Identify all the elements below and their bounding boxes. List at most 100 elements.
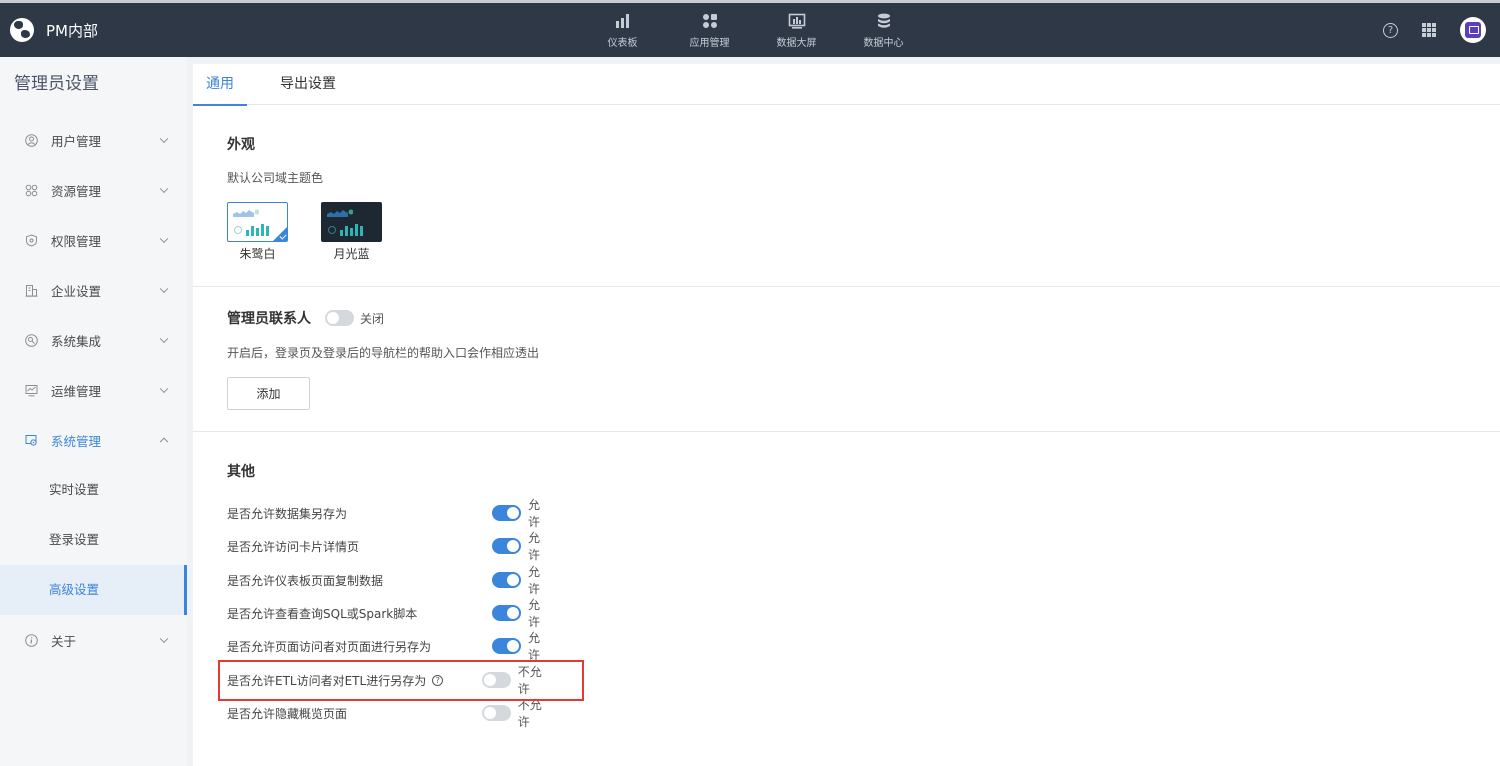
permission-toggle[interactable]	[491, 572, 521, 588]
section-title: 其他	[227, 464, 255, 480]
permission-status: 允许	[527, 531, 540, 562]
contact-description: 开启后，登录页及登录后的导航栏的帮助入口会作相应透出	[227, 346, 540, 360]
permission-row-card-detail: 是否允许访问卡片详情页 允许	[227, 531, 551, 562]
permission-status: 允许	[527, 598, 540, 629]
sidebar-item-enterprise-settings[interactable]: 企业设置	[0, 265, 187, 315]
sidebar-item-label: 系统管理	[51, 433, 102, 449]
shield-icon	[25, 233, 38, 247]
chevron-down-icon	[159, 284, 169, 294]
permission-toggle[interactable]	[491, 538, 521, 554]
sidebar-item-label: 企业设置	[51, 283, 102, 299]
toggle-status: 关闭	[360, 311, 385, 326]
appearance-section: 外观 默认公司域主题色 朱鹭白 月光蓝	[193, 105, 1500, 287]
tab-export-settings[interactable]: 导出设置	[267, 64, 349, 105]
theme-name: 月光蓝	[333, 247, 370, 261]
nav-data-screen[interactable]: 数据大屏	[753, 3, 840, 57]
sidebar-item-system-integration[interactable]: 系统集成	[0, 315, 187, 365]
building-icon	[25, 284, 38, 297]
sidebar: 管理员设置 用户管理 资源管理 权限管理 企业设置 系统集成 运维管理 系统管理…	[0, 57, 187, 766]
app-grid-icon[interactable]	[1422, 23, 1436, 37]
permission-label: 是否允许页面访问者对页面进行另存为	[227, 639, 432, 654]
nav-data-center[interactable]: 数据中心	[840, 3, 927, 57]
sidebar-item-user-management[interactable]: 用户管理	[0, 115, 187, 165]
theme-label: 默认公司域主题色	[227, 171, 324, 185]
brand-name: PM内部	[46, 21, 98, 40]
sidebar-menu: 用户管理 资源管理 权限管理 企业设置 系统集成 运维管理 系统管理 实时设置 …	[0, 115, 187, 665]
user-avatar-icon	[1465, 22, 1481, 38]
tab-bar: 通用 导出设置	[193, 64, 1500, 106]
chevron-down-icon	[159, 634, 169, 644]
top-right-tools: ?	[1383, 3, 1486, 57]
nav-label: 仪表板	[607, 37, 638, 49]
bar-chart-icon	[340, 224, 363, 236]
permission-label: 是否允许数据集另存为	[227, 506, 348, 521]
gauge-icon	[328, 226, 336, 234]
sidebar-item-label: 用户管理	[51, 133, 102, 149]
sidebar-subitem-realtime-settings[interactable]: 实时设置	[0, 465, 187, 515]
avatar[interactable]	[1460, 17, 1486, 43]
permission-status: 允许	[527, 631, 540, 662]
sidebar-item-about[interactable]: 关于	[0, 615, 187, 665]
theme-name: 朱鹭白	[239, 247, 276, 261]
theme-option-ibis-white[interactable]: 朱鹭白	[227, 202, 288, 262]
permission-status: 允许	[527, 498, 540, 529]
database-icon	[877, 13, 890, 28]
info-icon	[25, 633, 38, 647]
integration-icon	[25, 333, 38, 347]
sidebar-item-label: 资源管理	[51, 183, 102, 199]
chevron-down-icon	[159, 134, 169, 144]
add-contact-button[interactable]: 添加	[227, 377, 310, 410]
bar-chart-icon	[615, 13, 629, 28]
permission-status: 不允许	[517, 698, 542, 729]
sidebar-subitem-login-settings[interactable]: 登录设置	[0, 515, 187, 565]
permission-row-dashboard-copy: 是否允许仪表板页面复制数据 允许	[227, 565, 551, 596]
contact-header: 管理员联系人 关闭	[227, 308, 384, 328]
permission-row-page-save-as: 是否允许页面访问者对页面进行另存为 允许	[227, 631, 551, 662]
help-icon[interactable]: ?	[1383, 22, 1398, 38]
theme-option-moonlight-blue[interactable]: 月光蓝	[321, 202, 382, 262]
permission-row-dataset-save-as: 是否允许数据集另存为 允许	[227, 498, 551, 529]
other-rows-anchor: 是否允许数据集另存为 允许 是否允许访问卡片详情页 允许 是否允许仪表板页面复制…	[193, 0, 542, 729]
gauge-icon	[234, 226, 242, 234]
permission-toggle[interactable]	[481, 705, 511, 721]
top-nav: 仪表板 应用管理 数据大屏 数据中心	[579, 3, 927, 57]
nav-label: 应用管理	[689, 37, 730, 49]
chevron-down-icon	[159, 334, 169, 344]
sidebar-item-label: 运维管理	[51, 383, 102, 399]
sidebar-item-permission-management[interactable]: 权限管理	[0, 215, 187, 265]
permission-toggle[interactable]	[491, 605, 521, 621]
user-icon	[25, 133, 38, 147]
globe-icon	[10, 18, 34, 42]
sidebar-item-ops-management[interactable]: 运维管理	[0, 365, 187, 415]
permission-label: 是否允许仪表板页面复制数据	[227, 573, 384, 588]
sidebar-title: 管理员设置	[14, 74, 99, 94]
section-title: 管理员联系人	[227, 311, 311, 327]
chevron-down-icon	[159, 384, 169, 394]
admin-contact-section: 管理员联系人 关闭 开启后，登录页及登录后的导航栏的帮助入口会作相应透出 添加	[193, 287, 1500, 432]
sidebar-item-system-management[interactable]: 系统管理	[0, 415, 187, 465]
permission-toggle[interactable]	[491, 505, 521, 521]
nav-dashboard[interactable]: 仪表板	[579, 3, 666, 57]
theme-thumbnail	[321, 202, 382, 242]
monitor-icon	[25, 384, 38, 397]
tab-general[interactable]: 通用	[193, 64, 247, 106]
area-chart-icon	[233, 209, 259, 217]
permission-toggle[interactable]	[491, 638, 521, 654]
chevron-up-icon	[159, 437, 169, 447]
sidebar-subitem-advanced-settings[interactable]: 高级设置	[0, 565, 187, 615]
sidebar-item-resource-management[interactable]: 资源管理	[0, 165, 187, 215]
admin-contact-toggle[interactable]	[325, 310, 354, 326]
nav-app-management[interactable]: 应用管理	[666, 3, 753, 57]
resource-icon	[25, 184, 38, 197]
nav-label: 数据中心	[863, 37, 904, 49]
permission-row-hide-overview: 是否允许隐藏概览页面 不允许	[227, 698, 551, 729]
brand[interactable]: PM内部	[10, 3, 98, 57]
system-icon	[25, 434, 38, 447]
highlight-box	[218, 660, 584, 701]
sidebar-item-label: 系统集成	[51, 333, 102, 349]
bar-chart-icon	[246, 224, 269, 236]
permission-row-view-sql: 是否允许查看查询SQL或Spark脚本 允许	[227, 598, 551, 629]
selected-check-icon	[273, 227, 287, 241]
sidebar-item-label: 权限管理	[51, 233, 102, 249]
nav-label: 数据大屏	[776, 37, 817, 49]
